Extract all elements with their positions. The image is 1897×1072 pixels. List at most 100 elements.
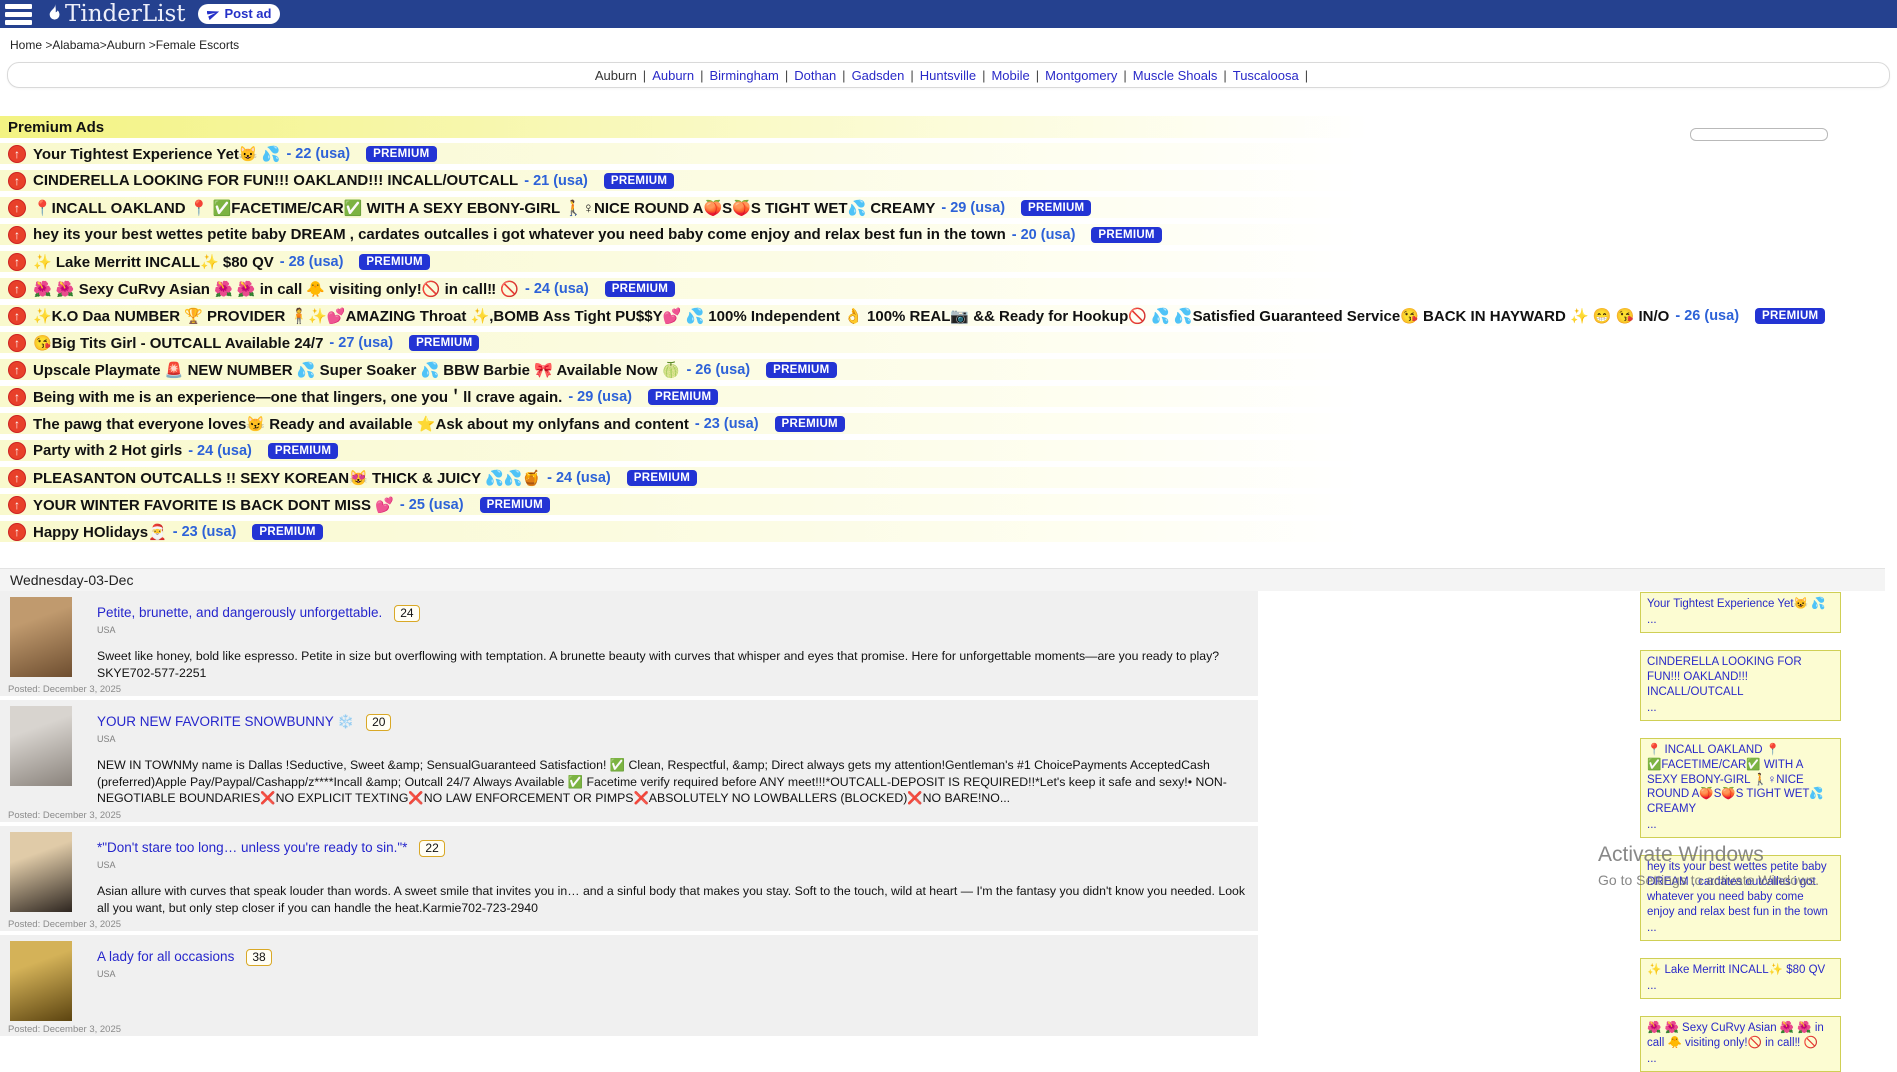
premium-ad-title[interactable]: 🌺 🌺 Sexy CuRvy Asian 🌺 🌺 in call 🐥 visit… [33, 280, 519, 298]
listing-age-badge: 38 [246, 949, 271, 966]
post-ad-label: Post ad [225, 6, 272, 21]
listing-description: Asian allure with curves that speak loud… [97, 883, 1250, 916]
breadcrumb-separator: > [42, 38, 52, 52]
listing-country: USA [97, 969, 272, 979]
listing-title-link[interactable]: Petite, brunette, and dangerously unforg… [97, 605, 382, 620]
city-link-montgomery[interactable]: Montgomery [1045, 68, 1117, 83]
post-ad-button[interactable]: Post ad [198, 4, 281, 24]
premium-ad-meta: - 23 (usa) [173, 524, 237, 540]
listing-item: YOUR NEW FAVORITE SNOWBUNNY ❄️20USANEW I… [0, 700, 1258, 822]
sidebar-premium-title: CINDERELLA LOOKING FOR FUN!!! OAKLAND!!!… [1647, 655, 1834, 700]
breadcrumb-separator: > [145, 38, 155, 52]
premium-ad-title[interactable]: Being with me is an experience—one that … [33, 386, 562, 407]
city-separator: | [1223, 68, 1226, 83]
listing-photo[interactable] [10, 706, 72, 786]
premium-ad-title[interactable]: 📍INCALL OAKLAND 📍 ✅FACETIME/CAR✅ WITH A … [33, 199, 935, 217]
listing-title-link[interactable]: *"Don't stare too long… unless you're re… [97, 840, 407, 855]
up-arrow-icon: ↑ [8, 388, 26, 406]
premium-ad-meta: - 28 (usa) [280, 254, 344, 270]
premium-list: ↑Your Tightest Experience Yet😺 💦- 22 (us… [0, 143, 1897, 542]
city-link-dothan[interactable]: Dothan [794, 68, 836, 83]
up-arrow-icon: ↑ [8, 496, 26, 514]
sidebar-premium-box[interactable]: Your Tightest Experience Yet😺 💦... [1640, 592, 1841, 633]
up-arrow-icon: ↑ [8, 415, 26, 433]
listing-content: *"Don't stare too long… unless you're re… [97, 832, 1250, 916]
city-link-tuscaloosa[interactable]: Tuscaloosa [1233, 68, 1299, 83]
empty-rounded-box [1690, 128, 1828, 141]
premium-badge: PREMIUM [1021, 200, 1091, 216]
breadcrumb-link-alabama[interactable]: Alabama [52, 38, 99, 52]
listing-content: Petite, brunette, and dangerously unforg… [97, 597, 1219, 681]
date-header-label: Wednesday-03-Dec [10, 572, 133, 588]
premium-ad-row: ↑Happy HOlidays🎅- 23 (usa)PREMIUM [0, 521, 1360, 542]
premium-ad-meta: - 26 (usa) [686, 362, 750, 378]
city-separator: | [910, 68, 913, 83]
listing-photo[interactable] [10, 597, 72, 677]
premium-ad-meta: - 25 (usa) [400, 497, 464, 513]
premium-ad-row: ↑🌺 🌺 Sexy CuRvy Asian 🌺 🌺 in call 🐥 visi… [0, 278, 1360, 299]
premium-ad-title[interactable]: hey its your best wettes petite baby DRE… [33, 226, 1006, 243]
premium-ad-title[interactable]: CINDERELLA LOOKING FOR FUN!!! OAKLAND!!!… [33, 172, 518, 189]
breadcrumb-link-home[interactable]: Home [10, 38, 42, 52]
premium-ad-title[interactable]: Your Tightest Experience Yet😺 💦 [33, 145, 280, 163]
premium-badge: PREMIUM [604, 173, 674, 189]
premium-badge: PREMIUM [409, 335, 479, 351]
listing-photo[interactable] [10, 832, 72, 912]
premium-badge: PREMIUM [766, 362, 836, 378]
listing-age-badge: 22 [419, 840, 444, 857]
sidebar-premium-title: 🌺 🌺 Sexy CuRvy Asian 🌺 🌺 in call 🐥 visit… [1647, 1021, 1834, 1051]
listing-title-link[interactable]: YOUR NEW FAVORITE SNOWBUNNY ❄️ [97, 714, 354, 729]
premium-ad-row: ↑CINDERELLA LOOKING FOR FUN!!! OAKLAND!!… [0, 170, 1360, 191]
city-separator: | [643, 68, 646, 83]
sidebar-premium-box[interactable]: hey its your best wettes petite baby DRE… [1640, 855, 1841, 941]
listing-content: A lady for all occasions 38 USA [97, 941, 272, 1021]
premium-ad-meta: - 24 (usa) [525, 281, 589, 297]
premium-ad-meta: - 23 (usa) [695, 416, 759, 432]
listing-country: USA [97, 860, 1250, 870]
city-link-auburn[interactable]: Auburn [652, 68, 694, 83]
premium-ad-title[interactable]: 😘Big Tits Girl - OUTCALL Available 24/7 [33, 334, 323, 352]
premium-ad-row: ↑✨K.O Daa NUMBER 🏆 PROVIDER 🧍✨💕AMAZING T… [0, 305, 1360, 326]
hamburger-menu-icon[interactable] [5, 4, 32, 25]
premium-badge: PREMIUM [480, 497, 550, 513]
premium-ads-heading: Premium Ads [0, 116, 1368, 138]
premium-ad-title[interactable]: ✨ Lake Merritt INCALL✨ $80 QV [33, 253, 274, 271]
premium-ad-title[interactable]: The pawg that everyone loves😼 Ready and … [33, 415, 689, 433]
sidebar-premium-box[interactable]: 📍 INCALL OAKLAND 📍 ✅FACETIME/CAR✅ WITH A… [1640, 738, 1841, 839]
city-link-birmingham[interactable]: Birmingham [710, 68, 779, 83]
premium-ad-row: ↑hey its your best wettes petite baby DR… [0, 224, 1360, 245]
premium-badge: PREMIUM [1755, 308, 1825, 324]
listing-description: NEW IN TOWNMy name is Dallas !Seductive,… [97, 757, 1250, 807]
premium-ad-row: ↑😘Big Tits Girl - OUTCALL Available 24/7… [0, 332, 1360, 353]
premium-ad-title[interactable]: Upscale Playmate 🚨 NEW NUMBER 💦 Super So… [33, 361, 680, 379]
premium-ad-title[interactable]: Happy HOlidays🎅 [33, 523, 167, 541]
premium-ad-row: ↑PLEASANTON OUTCALLS !! SEXY KOREAN😻 THI… [0, 467, 1360, 488]
city-separator: | [1036, 68, 1039, 83]
city-link-gadsden[interactable]: Gadsden [852, 68, 905, 83]
sidebar-premium-box[interactable]: 🌺 🌺 Sexy CuRvy Asian 🌺 🌺 in call 🐥 visit… [1640, 1016, 1841, 1072]
sidebar-premium-box[interactable]: CINDERELLA LOOKING FOR FUN!!! OAKLAND!!!… [1640, 650, 1841, 721]
premium-ad-title[interactable]: YOUR WINTER FAVORITE IS BACK DONT MISS 💕 [33, 496, 394, 514]
breadcrumb-link-auburn[interactable]: Auburn [107, 38, 146, 52]
listing-title-row: Petite, brunette, and dangerously unforg… [97, 604, 1219, 622]
site-logo[interactable]: TinderList [44, 3, 186, 26]
sidebar-premium-box[interactable]: ✨ Lake Merritt INCALL✨ $80 QV... [1640, 958, 1841, 999]
city-link-huntsville[interactable]: Huntsville [920, 68, 976, 83]
city-link-muscle-shoals[interactable]: Muscle Shoals [1133, 68, 1218, 83]
listing-title-row: *"Don't stare too long… unless you're re… [97, 839, 1250, 857]
premium-badge: PREMIUM [268, 443, 338, 459]
city-link-mobile[interactable]: Mobile [991, 68, 1029, 83]
listing-photo[interactable] [10, 941, 72, 1021]
premium-ads-heading-label: Premium Ads [8, 119, 104, 136]
listing-content: YOUR NEW FAVORITE SNOWBUNNY ❄️20USANEW I… [97, 706, 1250, 807]
premium-ad-title[interactable]: PLEASANTON OUTCALLS !! SEXY KOREAN😻 THIC… [33, 469, 541, 487]
premium-ad-title[interactable]: Party with 2 Hot girls [33, 442, 182, 459]
listing-country: USA [97, 734, 1250, 744]
sidebar-more-ellipsis: ... [1647, 921, 1834, 936]
listing-country: USA [97, 625, 1219, 635]
premium-ad-title[interactable]: ✨K.O Daa NUMBER 🏆 PROVIDER 🧍✨💕AMAZING Th… [33, 307, 1669, 325]
breadcrumb-link-female-escorts[interactable]: Female Escorts [156, 38, 239, 52]
premium-ad-meta: - 26 (usa) [1675, 308, 1739, 324]
listing-title-link[interactable]: A lady for all occasions [97, 949, 234, 964]
premium-ad-row: ↑ Being with me is an experience—one that… [0, 386, 1360, 407]
